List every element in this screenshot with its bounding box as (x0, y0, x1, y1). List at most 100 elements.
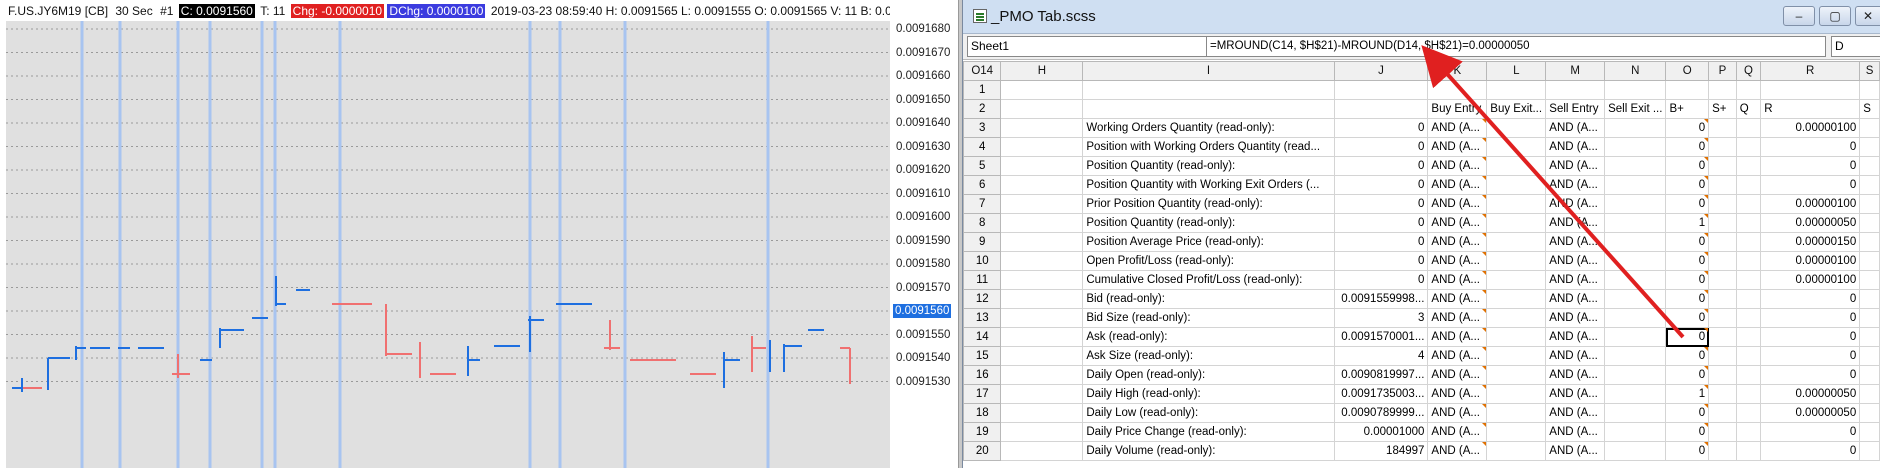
cell[interactable] (1604, 270, 1667, 290)
cell[interactable] (1000, 308, 1084, 328)
cell[interactable]: AND (A... (1545, 232, 1606, 252)
cell[interactable]: 0.00000050 (1760, 213, 1861, 233)
cell[interactable] (1708, 251, 1737, 271)
cell[interactable]: AND (A... (1545, 118, 1606, 138)
cell[interactable] (1708, 213, 1737, 233)
spreadsheet-grid[interactable]: O14 H I J K L M N O P Q R S 1 2 Buy Entry B… (962, 61, 1880, 461)
cell[interactable] (1545, 80, 1606, 100)
cell[interactable] (1486, 80, 1547, 100)
row-header[interactable]: 11 (962, 270, 1002, 290)
cell[interactable]: 0.00000050 (1760, 403, 1861, 423)
column-header[interactable]: Q (1735, 61, 1762, 81)
cell[interactable]: S (1859, 99, 1880, 119)
cell[interactable] (1708, 80, 1737, 100)
cell[interactable]: 0 (1665, 194, 1710, 214)
cell[interactable]: Prior Position Quantity (read-only): (1082, 194, 1335, 214)
close-button[interactable]: ✕ (1855, 6, 1880, 26)
title-bar[interactable]: _PMO Tab.scss – ▢ ✕ (963, 0, 1880, 34)
cell[interactable] (1735, 384, 1762, 404)
cell[interactable] (1000, 80, 1084, 100)
column-header[interactable]: J (1333, 61, 1429, 81)
cell[interactable]: Open Profit/Loss (read-only): (1082, 251, 1335, 271)
cell[interactable] (1486, 441, 1547, 461)
cell[interactable]: AND (A... (1427, 137, 1488, 157)
cell[interactable] (1604, 403, 1667, 423)
cell[interactable]: 0 (1333, 270, 1429, 290)
cell[interactable] (1604, 327, 1667, 347)
cell[interactable]: 0 (1665, 118, 1710, 138)
cell[interactable]: AND (A... (1427, 346, 1488, 366)
row-header[interactable]: 7 (962, 194, 1002, 214)
row-header[interactable]: 10 (962, 251, 1002, 271)
cell[interactable] (1486, 308, 1547, 328)
cell[interactable]: 0 (1333, 137, 1429, 157)
cell[interactable]: 0 (1760, 365, 1861, 385)
row-header[interactable]: 4 (962, 137, 1002, 157)
column-header[interactable]: L (1486, 61, 1547, 81)
cell[interactable] (1859, 80, 1880, 100)
cell[interactable]: 0.00000050 (1760, 384, 1861, 404)
cell[interactable] (1708, 270, 1737, 290)
cell[interactable] (1735, 346, 1762, 366)
cell[interactable] (1604, 118, 1667, 138)
cell[interactable]: AND (A... (1427, 194, 1488, 214)
cell[interactable]: AND (A... (1427, 118, 1488, 138)
cell[interactable] (1859, 289, 1880, 309)
cell[interactable]: Sell Exit ... (1604, 99, 1667, 119)
column-header[interactable]: N (1604, 61, 1667, 81)
cell[interactable] (1604, 441, 1667, 461)
cell[interactable]: 0 (1760, 346, 1861, 366)
cell[interactable] (1708, 194, 1737, 214)
cell[interactable]: 0 (1665, 270, 1710, 290)
cell[interactable] (1604, 365, 1667, 385)
cell[interactable] (1859, 213, 1880, 233)
maximize-button[interactable]: ▢ (1819, 6, 1851, 26)
cell[interactable] (1735, 232, 1762, 252)
cell[interactable]: Daily Open (read-only): (1082, 365, 1335, 385)
cell[interactable]: Position Average Price (read-only): (1082, 232, 1335, 252)
cell[interactable] (1000, 232, 1084, 252)
cell[interactable]: 0 (1760, 308, 1861, 328)
minimize-button[interactable]: – (1783, 6, 1815, 26)
cell[interactable]: 0 (1665, 175, 1710, 195)
row-header[interactable]: 18 (962, 403, 1002, 423)
cell[interactable] (1735, 403, 1762, 423)
cell[interactable]: 0 (1333, 156, 1429, 176)
cell[interactable] (1735, 194, 1762, 214)
cell[interactable]: 0.00000100 (1760, 251, 1861, 271)
cell[interactable] (1859, 232, 1880, 252)
row-header[interactable]: 14 (962, 327, 1002, 347)
formula-extra-field[interactable]: D (1831, 36, 1880, 57)
cell[interactable]: 0 (1760, 156, 1861, 176)
cell[interactable] (1000, 403, 1084, 423)
cell[interactable] (1604, 346, 1667, 366)
cell[interactable] (1708, 137, 1737, 157)
cell[interactable]: 0 (1665, 327, 1710, 347)
cell[interactable]: AND (A... (1545, 365, 1606, 385)
cell[interactable] (1708, 175, 1737, 195)
row-header[interactable]: 9 (962, 232, 1002, 252)
column-header[interactable]: O (1665, 61, 1710, 81)
cell[interactable] (1735, 441, 1762, 461)
column-header[interactable]: R (1760, 61, 1861, 81)
cell[interactable]: AND (A... (1545, 213, 1606, 233)
cell[interactable] (1486, 403, 1547, 423)
cell[interactable] (1859, 270, 1880, 290)
cell[interactable]: 0 (1665, 308, 1710, 328)
cell[interactable] (1486, 289, 1547, 309)
cell[interactable]: 0 (1665, 232, 1710, 252)
row-header[interactable]: 13 (962, 308, 1002, 328)
column-header[interactable]: M (1545, 61, 1606, 81)
column-header[interactable]: K (1427, 61, 1488, 81)
cell[interactable] (1708, 327, 1737, 347)
cell[interactable] (1000, 384, 1084, 404)
cell[interactable]: AND (A... (1427, 403, 1488, 423)
cell[interactable] (1859, 403, 1880, 423)
cell[interactable]: 0 (1760, 327, 1861, 347)
cell[interactable] (1486, 327, 1547, 347)
cell[interactable] (1000, 175, 1084, 195)
cell[interactable]: Daily Price Change (read-only): (1082, 422, 1335, 442)
cell[interactable] (1859, 118, 1880, 138)
cell[interactable]: AND (A... (1427, 156, 1488, 176)
cell[interactable] (1708, 156, 1737, 176)
